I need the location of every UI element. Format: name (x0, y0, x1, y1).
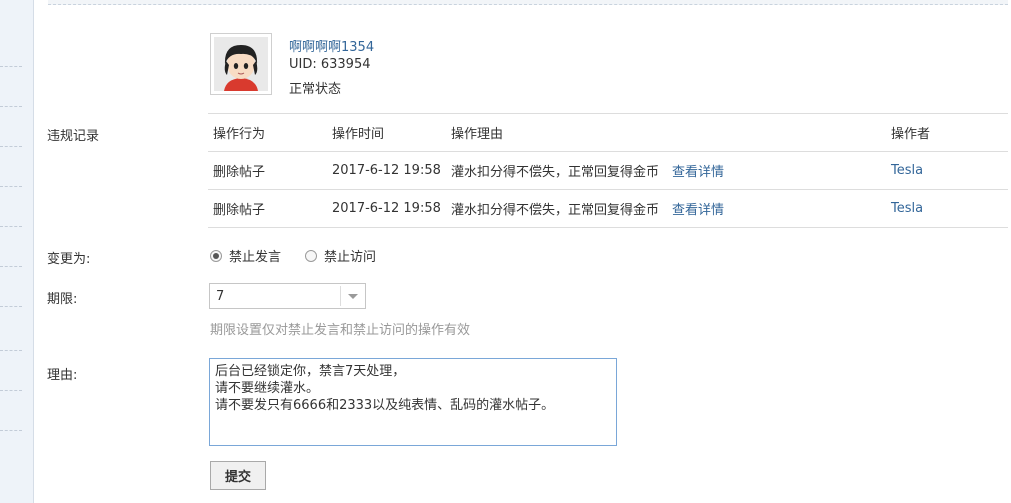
rail-divider (0, 390, 22, 391)
chevron-down-icon[interactable] (340, 286, 365, 306)
cartoon-avatar-icon (214, 37, 268, 91)
username-link[interactable]: 啊啊啊啊1354 (289, 36, 374, 55)
radio-button-unchecked[interactable] (305, 249, 318, 262)
top-divider (48, 0, 1008, 5)
record-reason-cell: 灌水扣分得不偿失，正常回复得金币 查看详情 (446, 189, 886, 228)
rail-divider (0, 186, 22, 187)
table-header-row: 操作行为 操作时间 操作理由 操作者 (208, 113, 1008, 152)
radio-option-mute[interactable]: 禁止发言 (210, 246, 281, 265)
rail-divider (0, 226, 22, 227)
reason-textarea[interactable]: 后台已经锁定你，禁言7天处理， 请不要继续灌水。 请不要发只有6666和2333… (209, 358, 617, 446)
left-sidebar-rail (0, 0, 34, 503)
period-label: 期限: (47, 292, 78, 307)
rail-divider (0, 106, 22, 107)
period-select[interactable]: 7 (209, 283, 366, 309)
submit-button[interactable]: 提交 (210, 461, 266, 490)
change-to-label: 变更为: (47, 252, 91, 267)
column-header-time: 操作时间 (327, 113, 446, 152)
avatar[interactable] (210, 33, 272, 95)
column-header-reason: 操作理由 (446, 113, 886, 152)
view-details-link[interactable]: 查看详情 (672, 165, 724, 180)
rail-divider (0, 350, 22, 351)
column-header-operator: 操作者 (886, 113, 1008, 152)
operator-link[interactable]: Tesla (886, 151, 1008, 190)
reason-label: 理由: (47, 368, 78, 383)
rail-divider (0, 266, 22, 267)
user-uid: UID: 633954 (289, 57, 371, 72)
record-reason: 灌水扣分得不偿失，正常回复得金币 (451, 165, 660, 180)
table-row: 删除帖子 2017-6-12 19:58 灌水扣分得不偿失，正常回复得金币 查看详… (208, 189, 1008, 228)
period-selected-value: 7 (216, 289, 225, 304)
rail-divider (0, 146, 22, 147)
record-action: 删除帖子 (208, 189, 327, 228)
table-row: 删除帖子 2017-6-12 19:58 灌水扣分得不偿失，正常回复得金币 查看详… (208, 151, 1008, 190)
rail-divider (0, 66, 22, 67)
record-action: 删除帖子 (208, 151, 327, 190)
record-reason: 灌水扣分得不偿失，正常回复得金币 (451, 203, 660, 218)
view-details-link[interactable]: 查看详情 (672, 203, 724, 218)
radio-label-ban-access: 禁止访问 (324, 250, 377, 265)
change-to-radio-group: 禁止发言 禁止访问 (210, 246, 400, 265)
record-reason-cell: 灌水扣分得不偿失，正常回复得金币 查看详情 (446, 151, 886, 190)
radio-button-checked[interactable] (210, 249, 222, 262)
record-time: 2017-6-12 19:58 (327, 189, 446, 228)
user-status: 正常状态 (289, 82, 342, 97)
period-hint: 期限设置仅对禁止发言和禁止访问的操作有效 (210, 323, 471, 338)
column-header-action: 操作行为 (208, 113, 327, 152)
violation-records-table: 操作行为 操作时间 操作理由 操作者 删除帖子 2017-6-12 19:58 … (208, 113, 1008, 228)
radio-option-ban-access[interactable]: 禁止访问 (305, 246, 376, 265)
record-time: 2017-6-12 19:58 (327, 151, 446, 190)
operator-link[interactable]: Tesla (886, 189, 1008, 228)
violation-records-label: 违规记录 (47, 129, 100, 144)
rail-divider (0, 306, 22, 307)
radio-label-mute: 禁止发言 (229, 250, 282, 265)
rail-divider (0, 430, 22, 431)
